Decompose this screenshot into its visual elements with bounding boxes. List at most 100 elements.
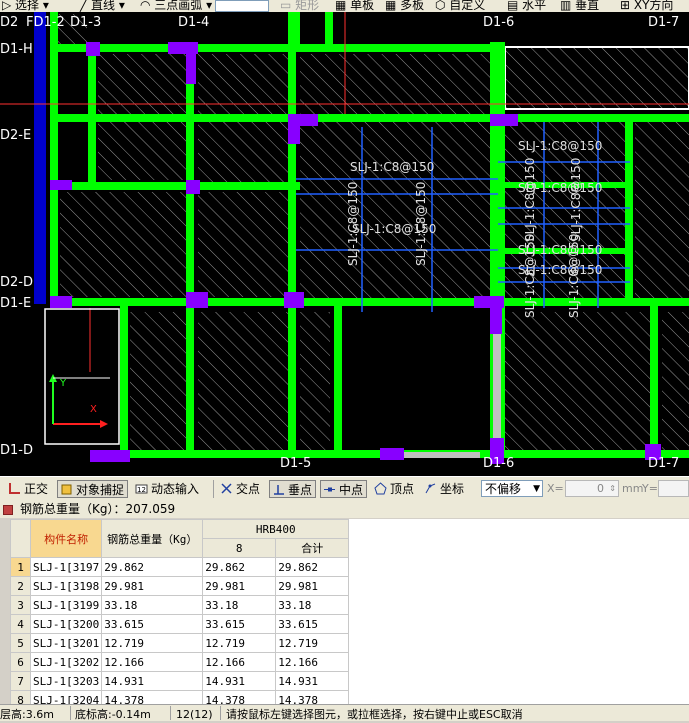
cell-name[interactable]: SLJ-1[3199 <box>29 595 103 615</box>
column-header-name[interactable]: 构件名称 <box>29 519 103 558</box>
cell-total[interactable]: 33.18 <box>101 595 204 615</box>
arc-tool[interactable]: ◠ 三点画弧 ▾ <box>140 0 212 12</box>
table-row[interactable]: 8 SLJ-1[3204 14.378 14.378 14.378 <box>10 690 350 704</box>
cell-name[interactable]: SLJ-1[3202 <box>29 652 103 672</box>
single-slab-tool[interactable]: ▦ 单板 <box>335 0 374 12</box>
column[interactable] <box>186 292 208 308</box>
column-header-sum[interactable]: 合计 <box>275 538 350 558</box>
column-header-diameter[interactable]: 8 <box>202 538 277 558</box>
beam[interactable] <box>50 44 502 52</box>
column-header-group[interactable]: HRB400 <box>202 519 350 539</box>
drawing-canvas[interactable]: X Y D2 FD1-2 D1-3 D1-4 D1-6 D1-7 D1-H D2… <box>0 12 689 476</box>
table-row[interactable]: 7 SLJ-1[3203 14.931 14.931 14.931 <box>10 671 350 691</box>
select-tool[interactable]: ▷ 选择 ▾ <box>2 0 49 12</box>
slab-panel[interactable] <box>300 312 330 450</box>
cell-d8[interactable]: 14.378 <box>202 690 277 704</box>
cell-total[interactable]: 29.981 <box>101 576 204 596</box>
line-tool[interactable]: ╱ 直线 ▾ <box>80 0 125 12</box>
pin-icon[interactable] <box>3 505 13 515</box>
cell-sum[interactable]: 14.378 <box>275 690 350 704</box>
beam[interactable] <box>186 306 194 456</box>
column[interactable] <box>288 114 300 144</box>
cell-d8[interactable]: 33.615 <box>202 614 277 634</box>
cell-d8[interactable]: 12.166 <box>202 652 277 672</box>
cell-sum[interactable]: 29.981 <box>275 576 350 596</box>
wall[interactable] <box>34 12 46 304</box>
column[interactable] <box>50 180 72 190</box>
cell-sum[interactable]: 33.18 <box>275 595 350 615</box>
row-number[interactable]: 3 <box>10 595 31 615</box>
cell-d8[interactable]: 29.981 <box>202 576 277 596</box>
cell-d8[interactable]: 33.18 <box>202 595 277 615</box>
multi-slab-tool[interactable]: ▦ 多板 <box>385 0 424 12</box>
slab-panel[interactable] <box>198 122 288 182</box>
cell-d8[interactable]: 29.862 <box>202 557 277 577</box>
column[interactable] <box>186 180 200 194</box>
column[interactable] <box>380 448 404 460</box>
row-number[interactable]: 1 <box>10 557 31 577</box>
table-row[interactable]: 2 SLJ-1[3198 29.981 29.981 29.981 <box>10 576 350 596</box>
x-coord-input[interactable]: 0 ⇕ <box>565 480 619 497</box>
cell-sum[interactable]: 12.719 <box>275 633 350 653</box>
perpendicular-button[interactable]: 垂点 <box>269 480 317 498</box>
table-row[interactable]: 4 SLJ-1[3200 33.615 33.615 33.615 <box>10 614 350 634</box>
table-row[interactable]: 1 SLJ-1[3197 29.862 29.862 29.862 <box>10 557 350 577</box>
cell-sum[interactable]: 29.862 <box>275 557 350 577</box>
beam[interactable] <box>50 298 689 306</box>
beam[interactable] <box>650 306 658 456</box>
selected-beam[interactable] <box>493 332 501 442</box>
midpoint-button[interactable]: 中点 <box>320 480 368 498</box>
cell-sum[interactable]: 33.615 <box>275 614 350 634</box>
y-coord-input[interactable] <box>658 480 689 497</box>
cell-total[interactable]: 14.378 <box>101 690 204 704</box>
column[interactable] <box>490 308 502 334</box>
xy-direction-tool[interactable]: ⊞ XY方向 <box>620 0 673 12</box>
row-number[interactable]: 7 <box>10 671 31 691</box>
orthogonal-button[interactable]: 正交 <box>6 480 51 498</box>
cell-d8[interactable]: 14.931 <box>202 671 277 691</box>
slab-panel[interactable] <box>504 46 689 110</box>
cell-total[interactable]: 29.862 <box>101 557 204 577</box>
slab-panel[interactable] <box>60 192 186 297</box>
cell-name[interactable]: SLJ-1[3200 <box>29 614 103 634</box>
table-row[interactable]: 3 SLJ-1[3199 33.18 33.18 33.18 <box>10 595 350 615</box>
column[interactable] <box>474 296 504 308</box>
row-number[interactable]: 5 <box>10 633 31 653</box>
row-number[interactable]: 8 <box>10 690 31 704</box>
slab-panel[interactable] <box>198 192 288 297</box>
cell-sum[interactable]: 14.931 <box>275 671 350 691</box>
slab-panel[interactable] <box>300 122 490 302</box>
beam[interactable] <box>334 306 342 456</box>
column[interactable] <box>284 292 304 308</box>
beam[interactable] <box>50 182 300 190</box>
cell-name[interactable]: SLJ-1[3201 <box>29 633 103 653</box>
data-grid[interactable]: 构件名称 钢筋总重量（Kg） HRB400 8 合计 1 SLJ-1[3197 … <box>10 519 350 704</box>
beam[interactable] <box>288 12 296 458</box>
row-number[interactable]: 4 <box>10 614 31 634</box>
cell-name[interactable]: SLJ-1[3198 <box>29 576 103 596</box>
row-number[interactable]: 2 <box>10 576 31 596</box>
cell-total[interactable]: 33.615 <box>101 614 204 634</box>
cell-total[interactable]: 12.166 <box>101 652 204 672</box>
rect-tool[interactable]: ▭ 矩形 <box>280 0 319 12</box>
cell-name[interactable]: SLJ-1[3197 <box>29 557 103 577</box>
column[interactable] <box>490 114 518 126</box>
column[interactable] <box>186 54 196 84</box>
column[interactable] <box>168 42 198 54</box>
slab-panel[interactable] <box>505 312 650 450</box>
vertex-button[interactable]: 顶点 <box>372 480 417 498</box>
cell-name[interactable]: SLJ-1[3203 <box>29 671 103 691</box>
rebar-weight-table[interactable]: 构件名称 钢筋总重量（Kg） HRB400 8 合计 1 SLJ-1[3197 … <box>10 519 689 704</box>
intersection-button[interactable]: 交点 <box>218 480 263 498</box>
beam[interactable] <box>120 306 128 456</box>
corner-cell[interactable] <box>10 519 31 558</box>
beam[interactable] <box>88 44 96 186</box>
cell-d8[interactable]: 12.719 <box>202 633 277 653</box>
selected-beam[interactable] <box>400 452 480 458</box>
offset-mode-select[interactable]: 不偏移 ▼ <box>481 480 543 497</box>
column[interactable] <box>90 450 130 462</box>
cell-total[interactable]: 12.719 <box>101 633 204 653</box>
floor-plan[interactable]: X Y D2 FD1-2 D1-3 D1-4 D1-6 D1-7 D1-H D2… <box>0 12 689 476</box>
custom-tool[interactable]: ⬡ 自定义 <box>435 0 485 12</box>
row-number[interactable]: 6 <box>10 652 31 672</box>
